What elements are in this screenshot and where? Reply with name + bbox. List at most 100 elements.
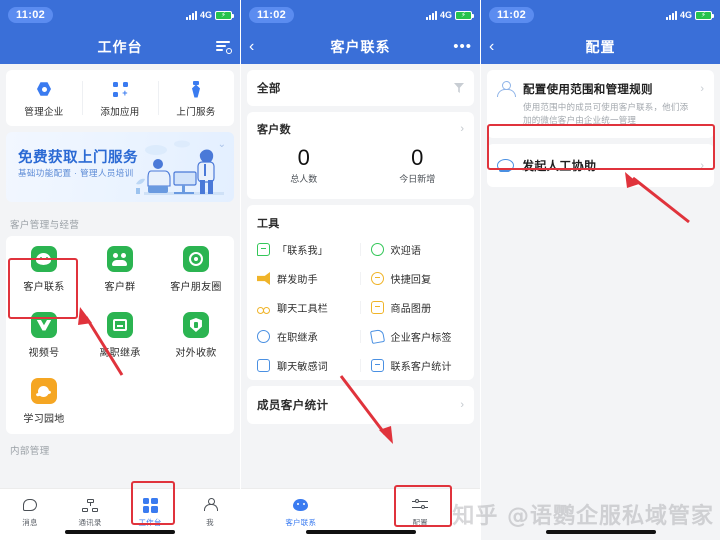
- sensitive-words-icon: [257, 359, 270, 372]
- quick-actions-card: 管理企业 + 添加应用 上门服务: [6, 70, 234, 126]
- nav-settings-button[interactable]: [216, 40, 232, 54]
- home-indicator: [546, 530, 656, 534]
- panel-config: 11:02 4G ⚡ ‹ 配置 配置使用范围和管理规则 使用范围中的成员可使用客…: [480, 0, 720, 540]
- app-customer-group[interactable]: 客户群: [82, 236, 158, 302]
- tool-active-handover[interactable]: 在职继承: [247, 322, 361, 351]
- tool-customer-tag[interactable]: 企业客户标签: [361, 322, 475, 351]
- funnel-filter-icon[interactable]: [454, 83, 464, 93]
- chevron-left-icon: ‹: [249, 39, 254, 55]
- tab-label: 消息: [0, 517, 60, 528]
- status-indicators: 4G ⚡: [666, 10, 712, 20]
- message-bubble-icon: [0, 496, 60, 514]
- app-label: 对外收款: [158, 344, 234, 359]
- promo-banner[interactable]: 免费获取上门服务 基础功能配置 · 管理人员培训 ⌄: [6, 132, 234, 202]
- tab-bar-workbench: 消息 通讯录 工作台 我: [0, 488, 240, 540]
- tab-bar-customer-contact: 客户联系 配置: [241, 488, 480, 540]
- tab-contacts[interactable]: 通讯录: [60, 496, 120, 528]
- status-bar: 11:02 4G ⚡: [241, 0, 480, 30]
- tool-product-catalog[interactable]: 商品图册: [361, 293, 475, 322]
- app-label: 客户朋友圈: [158, 278, 234, 293]
- quick-action-label: 管理企业: [6, 104, 82, 118]
- tab-profile[interactable]: 我: [180, 496, 240, 528]
- tool-label: 欢迎语: [391, 242, 422, 257]
- watermark: 知乎 @语鹦企服私域管家: [452, 498, 714, 530]
- filter-row[interactable]: 全部: [247, 70, 474, 106]
- promo-subtitle: 基础功能配置 · 管理人员培训: [18, 167, 134, 179]
- customer-tag-icon: [369, 329, 384, 344]
- more-button[interactable]: •••: [453, 42, 472, 52]
- tools-title: 工具: [247, 205, 474, 235]
- tool-label: 在职继承: [277, 329, 318, 344]
- network-label: 4G: [440, 10, 452, 20]
- contact-me-icon: [257, 243, 270, 256]
- tie-onsite-icon: [158, 79, 234, 99]
- app-external-payment[interactable]: 对外收款: [158, 302, 234, 368]
- tool-label: 联系客户统计: [391, 358, 452, 373]
- person-scope-icon: [497, 81, 514, 98]
- contact-stats-icon: [371, 359, 384, 372]
- app-label: 客户群: [82, 278, 158, 293]
- battery-charging-icon: ⚡: [695, 11, 712, 20]
- tab-workbench[interactable]: 工作台: [120, 496, 180, 528]
- back-button[interactable]: ‹: [489, 39, 494, 55]
- chat-toolbar-icon: [257, 301, 270, 314]
- welcome-message-icon: [371, 243, 384, 256]
- filter-settings-icon: [216, 40, 232, 54]
- tool-label: 商品图册: [391, 300, 432, 315]
- stat-label: 今日新增: [361, 172, 475, 185]
- moments-icon: [183, 246, 209, 272]
- three-phone-screenshots: 11:02 4G ⚡ 工作台 管理企业 +: [0, 0, 720, 540]
- customer-count-card[interactable]: 客户数 › 0 总人数 0 今日新增: [247, 112, 474, 199]
- page-title: 工作台: [0, 37, 240, 57]
- tool-quick-reply[interactable]: 快捷回复: [361, 264, 475, 293]
- scope-rules-card[interactable]: 配置使用范围和管理规则 使用范围中的成员可使用客户联系，他们添加的微信客户由企业…: [487, 70, 714, 138]
- tool-label: 群发助手: [277, 271, 318, 286]
- tool-label: 聊天敏感词: [277, 358, 328, 373]
- panel-workbench: 11:02 4G ⚡ 工作台 管理企业 +: [0, 0, 240, 540]
- customer-contact-bubble-icon: [241, 496, 361, 514]
- tool-mass-send[interactable]: 群发助手: [247, 264, 361, 293]
- customer-count-header[interactable]: 客户数 ›: [247, 112, 474, 139]
- tool-contact-me[interactable]: 「联系我」: [247, 235, 361, 264]
- tool-chat-toolbar[interactable]: 聊天工具栏: [247, 293, 361, 322]
- customer-count-title: 客户数: [257, 121, 291, 137]
- status-indicators: 4G ⚡: [186, 10, 232, 20]
- app-customer-moments[interactable]: 客户朋友圈: [158, 236, 234, 302]
- page-title: 配置: [481, 37, 720, 57]
- chevron-left-icon: ‹: [489, 39, 494, 55]
- app-customer-contact[interactable]: 客户联系: [6, 236, 82, 302]
- nav-bar-config: ‹ 配置: [481, 30, 720, 64]
- scope-rules-text: 配置使用范围和管理规则 使用范围中的成员可使用客户联系，他们添加的微信客户由企业…: [523, 81, 691, 127]
- network-label: 4G: [680, 10, 692, 20]
- quick-action-onsite-service[interactable]: 上门服务: [158, 70, 234, 126]
- customer-group-icon: [107, 246, 133, 272]
- tool-label: 聊天工具栏: [277, 300, 328, 315]
- wechat-contact-icon: [31, 246, 57, 272]
- quick-action-add-app[interactable]: + 添加应用: [82, 70, 158, 126]
- nav-bar-customer-contact: ‹ 客户联系 •••: [241, 30, 480, 64]
- quick-action-manage-enterprise[interactable]: 管理企业: [6, 70, 82, 126]
- promo-illustration: [122, 138, 230, 202]
- tab-messages[interactable]: 消息: [0, 496, 60, 528]
- tab-label: 工作台: [120, 517, 180, 528]
- manual-assist-label: 发起人工协助: [522, 157, 596, 174]
- signal-bars-icon: [666, 11, 677, 20]
- tab-label: 客户联系: [241, 517, 361, 528]
- tab-customer-contact[interactable]: 客户联系: [241, 496, 361, 528]
- member-stats-label: 成员客户统计: [257, 397, 328, 413]
- stat-value: 0: [361, 145, 475, 171]
- scope-rules-row[interactable]: 配置使用范围和管理规则 使用范围中的成员可使用客户联系，他们添加的微信客户由企业…: [487, 70, 714, 138]
- annotation-arrow-1: [70, 295, 130, 380]
- tab-label: 通讯录: [60, 517, 120, 528]
- network-label: 4G: [200, 10, 212, 20]
- more-dots-icon: •••: [453, 42, 472, 52]
- tool-label: 快捷回复: [391, 271, 432, 286]
- tool-welcome-message[interactable]: 欢迎语: [361, 235, 475, 264]
- back-button[interactable]: ‹: [249, 39, 254, 55]
- panel3-body: 配置使用范围和管理规则 使用范围中的成员可使用客户联系，他们添加的微信客户由企业…: [481, 64, 720, 540]
- headset-support-icon: [497, 159, 512, 173]
- filter-card[interactable]: 全部: [247, 70, 474, 106]
- tool-label: 企业客户标签: [391, 329, 452, 344]
- home-indicator: [306, 530, 416, 534]
- status-bar: 11:02 4G ⚡: [481, 0, 720, 30]
